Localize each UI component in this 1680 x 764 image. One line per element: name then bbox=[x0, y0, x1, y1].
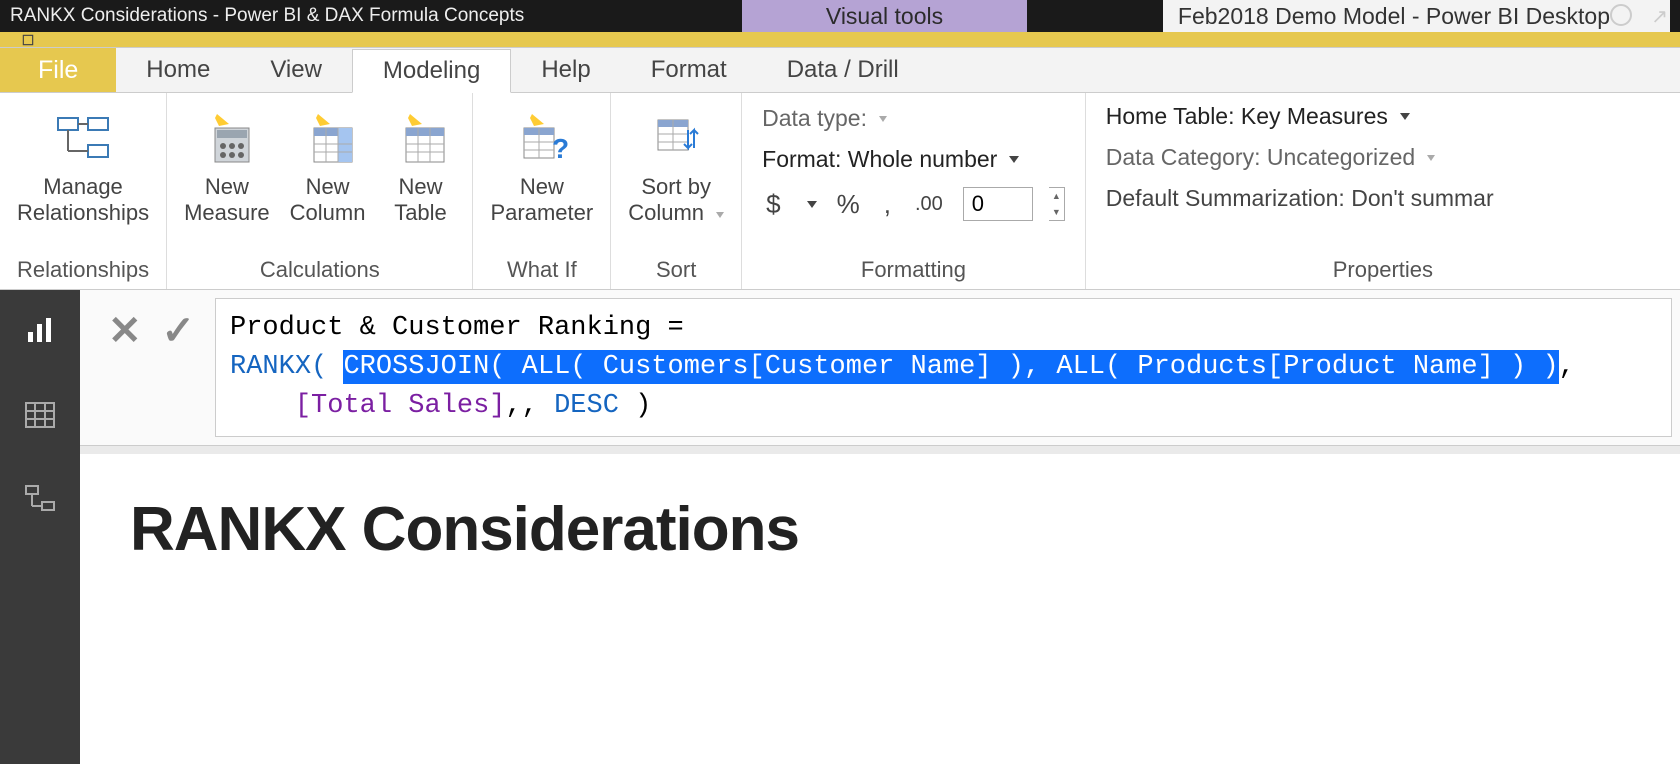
group-formatting: Data type: Format: Whole number $ % , .0… bbox=[742, 93, 1086, 289]
new-column-label: NewColumn bbox=[290, 174, 366, 227]
tab-help[interactable]: Help bbox=[511, 48, 620, 92]
new-measure-button[interactable]: NewMeasure bbox=[179, 101, 275, 232]
sort-by-column-button[interactable]: Sort byColumn bbox=[623, 101, 729, 232]
spinner-down-icon[interactable]: ▼ bbox=[1049, 204, 1064, 220]
tab-data-drill[interactable]: Data / Drill bbox=[757, 48, 929, 92]
currency-button[interactable]: $ bbox=[762, 189, 784, 220]
ribbon: ManageRelationships Relationships NewMea… bbox=[0, 93, 1680, 290]
window-title: Feb2018 Demo Model - Power BI Desktop bbox=[1163, 0, 1670, 32]
group-sort-label: Sort bbox=[623, 251, 729, 289]
percent-button[interactable]: % bbox=[833, 189, 864, 220]
group-calculations: NewMeasure NewColumn NewTable Calculatio… bbox=[167, 93, 473, 289]
comma-button[interactable]: , bbox=[880, 189, 895, 220]
model-view-icon[interactable] bbox=[20, 480, 60, 520]
tab-view[interactable]: View bbox=[240, 48, 352, 92]
tab-modeling[interactable]: Modeling bbox=[352, 49, 511, 93]
manage-relationships-button[interactable]: ManageRelationships bbox=[12, 101, 154, 232]
sort-by-column-icon bbox=[644, 106, 708, 170]
group-sort: Sort byColumn Sort bbox=[611, 93, 742, 289]
watch-later-icon[interactable] bbox=[1610, 4, 1632, 26]
default-summarization-dropdown[interactable]: Default Summarization: Don't summar bbox=[1106, 185, 1660, 212]
commit-formula-button[interactable]: ✓ bbox=[162, 308, 196, 354]
formula-bar: ✕ ✓ Product & Customer Ranking = RANKX( … bbox=[80, 290, 1680, 446]
data-category-dropdown[interactable]: Data Category: Uncategorized bbox=[1106, 144, 1660, 171]
group-whatif-label: What If bbox=[485, 251, 598, 289]
formula-editor[interactable]: Product & Customer Ranking = RANKX( CROS… bbox=[215, 298, 1672, 437]
precision-icon: .00 bbox=[911, 193, 947, 216]
new-parameter-icon: ? bbox=[510, 106, 574, 170]
tab-home[interactable]: Home bbox=[116, 48, 240, 92]
format-dropdown[interactable]: Format: Whole number bbox=[762, 146, 1065, 173]
contextual-tab-label[interactable]: Visual tools bbox=[742, 0, 1027, 32]
new-column-icon bbox=[296, 106, 360, 170]
svg-text:?: ? bbox=[552, 133, 569, 164]
report-view-icon[interactable] bbox=[20, 310, 60, 350]
share-icon[interactable]: ↗ bbox=[1651, 4, 1668, 29]
report-canvas[interactable]: RANKX Considerations bbox=[80, 454, 1680, 764]
group-properties: Home Table: Key Measures Data Category: … bbox=[1086, 93, 1680, 289]
qat-save-icon[interactable] bbox=[0, 32, 55, 48]
manage-relationships-label: ManageRelationships bbox=[17, 174, 149, 227]
new-measure-label: NewMeasure bbox=[184, 174, 270, 227]
cancel-formula-button[interactable]: ✕ bbox=[108, 308, 142, 354]
decimal-spinner[interactable]: ▲ ▼ bbox=[1049, 187, 1065, 221]
spinner-up-icon[interactable]: ▲ bbox=[1049, 188, 1064, 204]
new-table-label: NewTable bbox=[394, 174, 447, 227]
new-measure-icon bbox=[195, 106, 259, 170]
new-parameter-button[interactable]: ? NewParameter bbox=[485, 101, 598, 232]
sort-by-column-label: Sort byColumn bbox=[628, 174, 724, 227]
decimal-places-input[interactable] bbox=[963, 187, 1033, 221]
main-area: ✕ ✓ Product & Customer Ranking = RANKX( … bbox=[0, 290, 1680, 764]
quick-access-toolbar bbox=[0, 32, 1680, 48]
group-relationships-label: Relationships bbox=[12, 251, 154, 289]
tab-format[interactable]: Format bbox=[621, 48, 757, 92]
home-table-dropdown[interactable]: Home Table: Key Measures bbox=[1106, 103, 1660, 130]
data-view-icon[interactable] bbox=[20, 395, 60, 435]
new-table-button[interactable]: NewTable bbox=[380, 101, 460, 232]
tab-file[interactable]: File bbox=[0, 48, 116, 92]
new-parameter-label: NewParameter bbox=[490, 174, 593, 227]
manage-relationships-icon bbox=[51, 106, 115, 170]
ribbon-tabs: File Home View Modeling Help Format Data… bbox=[0, 48, 1680, 93]
group-properties-label: Properties bbox=[1106, 251, 1660, 289]
page-title: RANKX Considerations bbox=[130, 494, 1630, 565]
group-formatting-label: Formatting bbox=[762, 251, 1065, 289]
group-calculations-label: Calculations bbox=[179, 251, 460, 289]
group-whatif: ? NewParameter What If bbox=[473, 93, 611, 289]
currency-caret-icon[interactable] bbox=[807, 201, 817, 208]
formula-area: ✕ ✓ Product & Customer Ranking = RANKX( … bbox=[80, 290, 1680, 764]
formula-selection: CROSSJOIN( ALL( Customers[Customer Name]… bbox=[343, 350, 1558, 384]
new-table-icon bbox=[388, 106, 452, 170]
view-rail bbox=[0, 290, 80, 764]
data-type-dropdown[interactable]: Data type: bbox=[762, 105, 1065, 132]
group-relationships: ManageRelationships Relationships bbox=[0, 93, 167, 289]
video-title-bar: RANKX Considerations - Power BI & DAX Fo… bbox=[0, 0, 1680, 32]
new-column-button[interactable]: NewColumn bbox=[285, 101, 371, 232]
